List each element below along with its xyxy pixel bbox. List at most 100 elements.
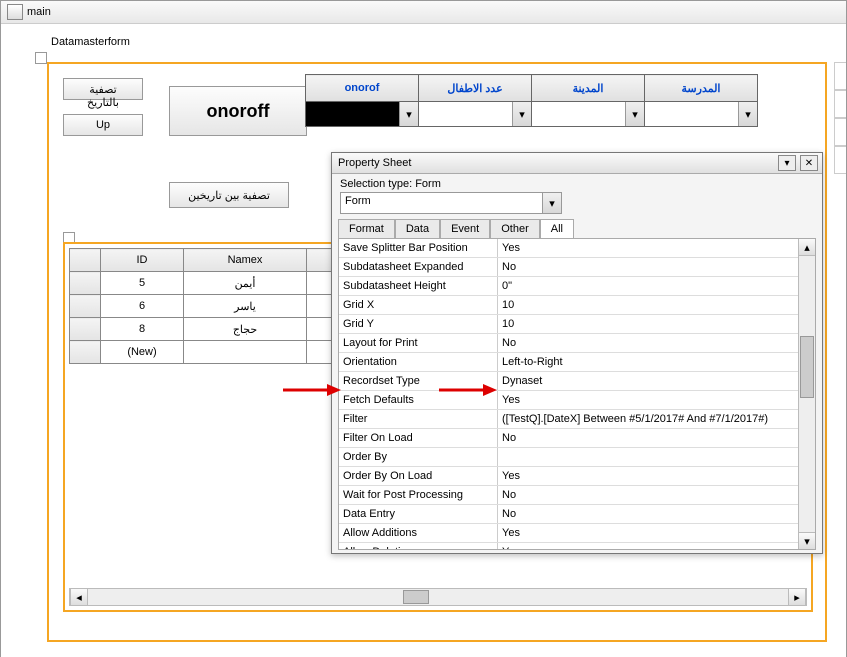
- property-value[interactable]: 0": [498, 277, 816, 296]
- property-row[interactable]: Save Splitter Bar PositionYes: [339, 239, 815, 258]
- property-name[interactable]: Order By: [339, 448, 498, 467]
- chevron-down-icon[interactable]: ▾: [399, 102, 418, 126]
- property-value[interactable]: Dynaset: [498, 372, 816, 391]
- col-header-school[interactable]: المدرسة: [645, 75, 758, 102]
- property-value[interactable]: Yes: [498, 391, 816, 410]
- property-grid[interactable]: Save Splitter Bar PositionYesSubdatashee…: [338, 238, 816, 550]
- property-name[interactable]: Recordset Type: [339, 372, 498, 391]
- property-row[interactable]: OrientationLeft-to-Right: [339, 353, 815, 372]
- scroll-track[interactable]: [799, 256, 815, 532]
- property-row[interactable]: Filter([TestQ].[DateX] Between #5/1/2017…: [339, 410, 815, 429]
- property-value[interactable]: Yes: [498, 543, 816, 551]
- scroll-track[interactable]: [88, 589, 788, 605]
- property-row[interactable]: Recordset TypeDynaset: [339, 372, 815, 391]
- property-sheet-title-bar[interactable]: Property Sheet ▾ ✕: [332, 153, 822, 174]
- property-value[interactable]: Yes: [498, 467, 816, 486]
- form-body: Datamasterform تصفية بالتاريخ Up onoroff…: [1, 24, 846, 657]
- property-name[interactable]: Layout for Print: [339, 334, 498, 353]
- property-row[interactable]: Grid Y10: [339, 315, 815, 334]
- row-selector[interactable]: [70, 295, 101, 318]
- scroll-left-icon[interactable]: ◂: [70, 589, 88, 605]
- tab-data[interactable]: Data: [395, 219, 440, 239]
- property-value[interactable]: No: [498, 258, 816, 277]
- property-value[interactable]: 10: [498, 315, 816, 334]
- property-name[interactable]: Grid Y: [339, 315, 498, 334]
- col-namex[interactable]: Namex: [184, 249, 307, 272]
- row-selector[interactable]: [70, 318, 101, 341]
- property-name[interactable]: Data Entry: [339, 505, 498, 524]
- property-row[interactable]: Order By On LoadYes: [339, 467, 815, 486]
- scroll-down-icon[interactable]: ▾: [799, 532, 815, 549]
- chevron-down-icon[interactable]: ▾: [625, 102, 644, 126]
- chevron-down-icon[interactable]: ▾: [542, 193, 561, 213]
- vertical-scrollbar[interactable]: ▴ ▾: [798, 239, 815, 549]
- chevron-down-icon[interactable]: ▾: [738, 102, 757, 126]
- horizontal-scrollbar[interactable]: ◂ ▸: [69, 588, 807, 606]
- section-selector-icon[interactable]: [35, 52, 47, 64]
- filter-between-dates-button[interactable]: تصفية بين تاريخين: [169, 182, 289, 208]
- window-title-bar[interactable]: main: [1, 1, 846, 24]
- property-value[interactable]: Yes: [498, 239, 816, 258]
- chevron-down-icon[interactable]: ▾: [512, 102, 531, 126]
- property-value[interactable]: ([TestQ].[DateX] Between #5/1/2017# And …: [498, 410, 816, 429]
- object-selector-combo[interactable]: Form ▾: [340, 192, 562, 214]
- tab-format[interactable]: Format: [338, 219, 395, 239]
- property-name[interactable]: Filter: [339, 410, 498, 429]
- property-name[interactable]: Order By On Load: [339, 467, 498, 486]
- property-value[interactable]: No: [498, 429, 816, 448]
- property-value[interactable]: 10: [498, 296, 816, 315]
- property-row[interactable]: Data EntryNo: [339, 505, 815, 524]
- property-row[interactable]: Filter On LoadNo: [339, 429, 815, 448]
- col-id[interactable]: ID: [101, 249, 184, 272]
- property-name[interactable]: Allow Deletions: [339, 543, 498, 551]
- combo-school[interactable]: ▾: [645, 102, 757, 126]
- property-name[interactable]: Fetch Defaults: [339, 391, 498, 410]
- property-value[interactable]: Left-to-Right: [498, 353, 816, 372]
- filter-by-date-button[interactable]: تصفية بالتاريخ: [63, 78, 143, 100]
- scroll-thumb[interactable]: [403, 590, 429, 604]
- main-window: main Datamasterform تصفية بالتاريخ Up on…: [0, 0, 847, 657]
- combo-onorof[interactable]: ▾: [306, 102, 418, 126]
- combo-children[interactable]: ▾: [419, 102, 531, 126]
- dropdown-icon[interactable]: ▾: [778, 155, 796, 171]
- property-name[interactable]: Subdatasheet Height: [339, 277, 498, 296]
- tab-other[interactable]: Other: [490, 219, 540, 239]
- property-row[interactable]: Allow DeletionsYes: [339, 543, 815, 551]
- property-name[interactable]: Subdatasheet Expanded: [339, 258, 498, 277]
- scroll-up-icon[interactable]: ▴: [799, 239, 815, 256]
- col-header-city[interactable]: المدينة: [532, 75, 645, 102]
- close-icon[interactable]: ✕: [800, 155, 818, 171]
- col-header-onorof[interactable]: onorof: [306, 75, 419, 102]
- scroll-right-icon[interactable]: ▸: [788, 589, 806, 605]
- row-selector[interactable]: [70, 341, 101, 364]
- property-sheet-panel[interactable]: Property Sheet ▾ ✕ Selection type: Form …: [331, 152, 823, 554]
- property-value[interactable]: Yes: [498, 524, 816, 543]
- row-selector[interactable]: [70, 272, 101, 295]
- property-row[interactable]: Allow AdditionsYes: [339, 524, 815, 543]
- property-value[interactable]: No: [498, 486, 816, 505]
- property-row[interactable]: Grid X10: [339, 296, 815, 315]
- property-value[interactable]: [498, 448, 816, 467]
- property-name[interactable]: Orientation: [339, 353, 498, 372]
- col-header-children[interactable]: عدد الاطفال: [419, 75, 532, 102]
- property-name[interactable]: Save Splitter Bar Position: [339, 239, 498, 258]
- tab-all[interactable]: All: [540, 219, 574, 239]
- property-value[interactable]: No: [498, 505, 816, 524]
- property-row[interactable]: Wait for Post ProcessingNo: [339, 486, 815, 505]
- property-row[interactable]: Subdatasheet ExpandedNo: [339, 258, 815, 277]
- onoroff-toggle[interactable]: onoroff: [169, 86, 307, 136]
- property-row[interactable]: Subdatasheet Height0": [339, 277, 815, 296]
- property-row[interactable]: Order By: [339, 448, 815, 467]
- property-name[interactable]: Allow Additions: [339, 524, 498, 543]
- up-button[interactable]: Up: [63, 114, 143, 136]
- property-name[interactable]: Wait for Post Processing: [339, 486, 498, 505]
- property-name[interactable]: Filter On Load: [339, 429, 498, 448]
- scroll-thumb[interactable]: [800, 336, 814, 398]
- property-value[interactable]: No: [498, 334, 816, 353]
- combo-city[interactable]: ▾: [532, 102, 644, 126]
- tab-event[interactable]: Event: [440, 219, 490, 239]
- property-name[interactable]: Grid X: [339, 296, 498, 315]
- property-row[interactable]: Fetch DefaultsYes: [339, 391, 815, 410]
- select-all-cell[interactable]: [70, 249, 101, 272]
- property-row[interactable]: Layout for PrintNo: [339, 334, 815, 353]
